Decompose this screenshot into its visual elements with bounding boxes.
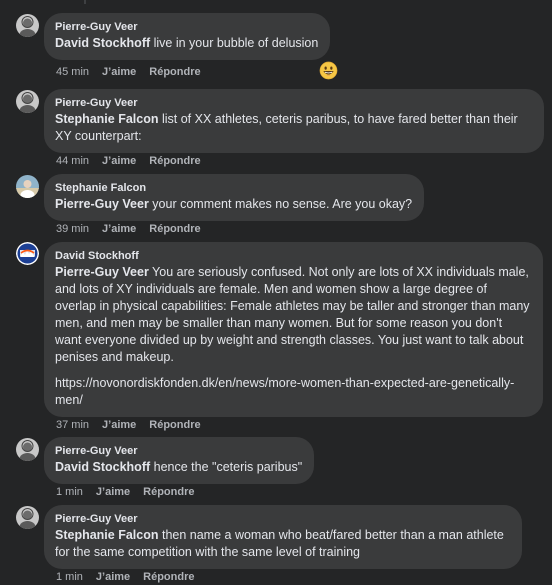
reply-button[interactable]: Répondre <box>143 486 194 498</box>
avatar-pierre-guy-veer[interactable] <box>16 90 39 113</box>
comment-text: Stephanie Falcon then name a woman who b… <box>55 527 510 561</box>
avatar-pierre-guy-veer[interactable] <box>16 506 39 529</box>
comment-author[interactable]: Pierre-Guy Veer <box>55 444 302 458</box>
comment-timestamp[interactable]: 1 min <box>56 571 83 583</box>
comment-timestamp[interactable]: 37 min <box>56 419 89 431</box>
comment-bubble: Pierre-Guy Veer David Stockhoff live in … <box>44 13 331 60</box>
reply-button[interactable]: Répondre <box>149 66 200 78</box>
avatar-photo-icon <box>16 14 39 37</box>
comment-mention[interactable]: Pierre-Guy Veer <box>55 265 149 279</box>
comment-mention[interactable]: David Stockhoff <box>55 36 150 50</box>
comment-author[interactable]: Pierre-Guy Veer <box>55 512 510 526</box>
like-button[interactable]: J’aime <box>102 155 136 167</box>
like-button[interactable]: J’aime <box>102 223 136 235</box>
comment-mention[interactable]: Pierre-Guy Veer <box>55 197 149 211</box>
comment-meta: 44 min J’aime Répondre <box>56 154 214 168</box>
reply-button[interactable]: Répondre <box>143 571 194 583</box>
like-button[interactable]: J’aime <box>96 571 130 583</box>
comment-author[interactable]: Stephanie Falcon <box>55 181 412 195</box>
comment-meta: 1 min J’aime Répondre <box>56 485 208 499</box>
avatar-david-stockhoff[interactable] <box>16 242 39 265</box>
avatar-photo-icon <box>16 506 39 529</box>
comment-bubble: Stephanie Falcon Pierre-Guy Veer your co… <box>44 174 425 221</box>
comment-text: Pierre-Guy Veer You are seriously confus… <box>55 264 531 366</box>
comment-timestamp[interactable]: 1 min <box>56 486 83 498</box>
avatar-pierre-guy-veer[interactable] <box>16 14 39 37</box>
comment-timestamp[interactable]: 44 min <box>56 155 89 167</box>
comment-link[interactable]: https://novonordiskfonden.dk/en/news/mor… <box>55 375 531 409</box>
like-button[interactable]: J’aime <box>102 419 136 431</box>
comment-meta: 45 min J’aime Répondre <box>56 65 214 79</box>
comment-bubble: Pierre-Guy Veer Stephanie Falcon list of… <box>44 89 544 153</box>
reply-button[interactable]: Répondre <box>149 155 200 167</box>
comment-mention[interactable]: Stephanie Falcon <box>55 528 159 542</box>
comment-timestamp[interactable]: 39 min <box>56 223 89 235</box>
comment-author[interactable]: David Stockhoff <box>55 249 531 263</box>
comment-author[interactable]: Pierre-Guy Veer <box>55 20 318 34</box>
new-york-mets-logo-icon <box>16 242 39 265</box>
thread-connector-line <box>84 0 86 4</box>
comment-author[interactable]: Pierre-Guy Veer <box>55 96 532 110</box>
comment-meta: 1 min J’aime Répondre <box>56 570 208 584</box>
comment-text: Stephanie Falcon list of XX athletes, ce… <box>55 111 532 145</box>
avatar-photo-icon <box>16 175 39 198</box>
comment-bubble: Pierre-Guy Veer David Stockhoff hence th… <box>44 437 315 484</box>
like-button[interactable]: J’aime <box>96 486 130 498</box>
comment-mention[interactable]: David Stockhoff <box>55 460 150 474</box>
grinning-face-emoji-icon[interactable] <box>319 61 338 80</box>
reply-button[interactable]: Répondre <box>149 419 200 431</box>
comment-text: David Stockhoff hence the "ceteris parib… <box>55 459 302 476</box>
comment-body: live in your bubble of delusion <box>150 36 319 50</box>
comment-text: Pierre-Guy Veer your comment makes no se… <box>55 196 412 213</box>
comment-meta: 37 min J’aime Répondre <box>56 418 214 432</box>
comment-body: hence the "ceteris paribus" <box>150 460 303 474</box>
comment-timestamp[interactable]: 45 min <box>56 66 89 78</box>
comment-bubble: Pierre-Guy Veer Stephanie Falcon then na… <box>44 505 522 569</box>
avatar-photo-icon <box>16 90 39 113</box>
like-button[interactable]: J’aime <box>102 66 136 78</box>
comment-body: You are seriously confused. Not only are… <box>55 265 530 364</box>
avatar-photo-icon <box>16 438 39 461</box>
comment-meta: 39 min J’aime Répondre <box>56 222 214 236</box>
comment-body: your comment makes no sense. Are you oka… <box>148 197 413 211</box>
comment-mention[interactable]: Stephanie Falcon <box>55 112 159 126</box>
comment-bubble: David Stockhoff Pierre-Guy Veer You are … <box>44 242 543 417</box>
reply-button[interactable]: Répondre <box>149 223 200 235</box>
comment-text: David Stockhoff live in your bubble of d… <box>55 35 318 52</box>
avatar-pierre-guy-veer[interactable] <box>16 438 39 461</box>
comment-thread: Pierre-Guy Veer David Stockhoff live in … <box>0 0 552 585</box>
avatar-stephanie-falcon[interactable] <box>16 175 39 198</box>
